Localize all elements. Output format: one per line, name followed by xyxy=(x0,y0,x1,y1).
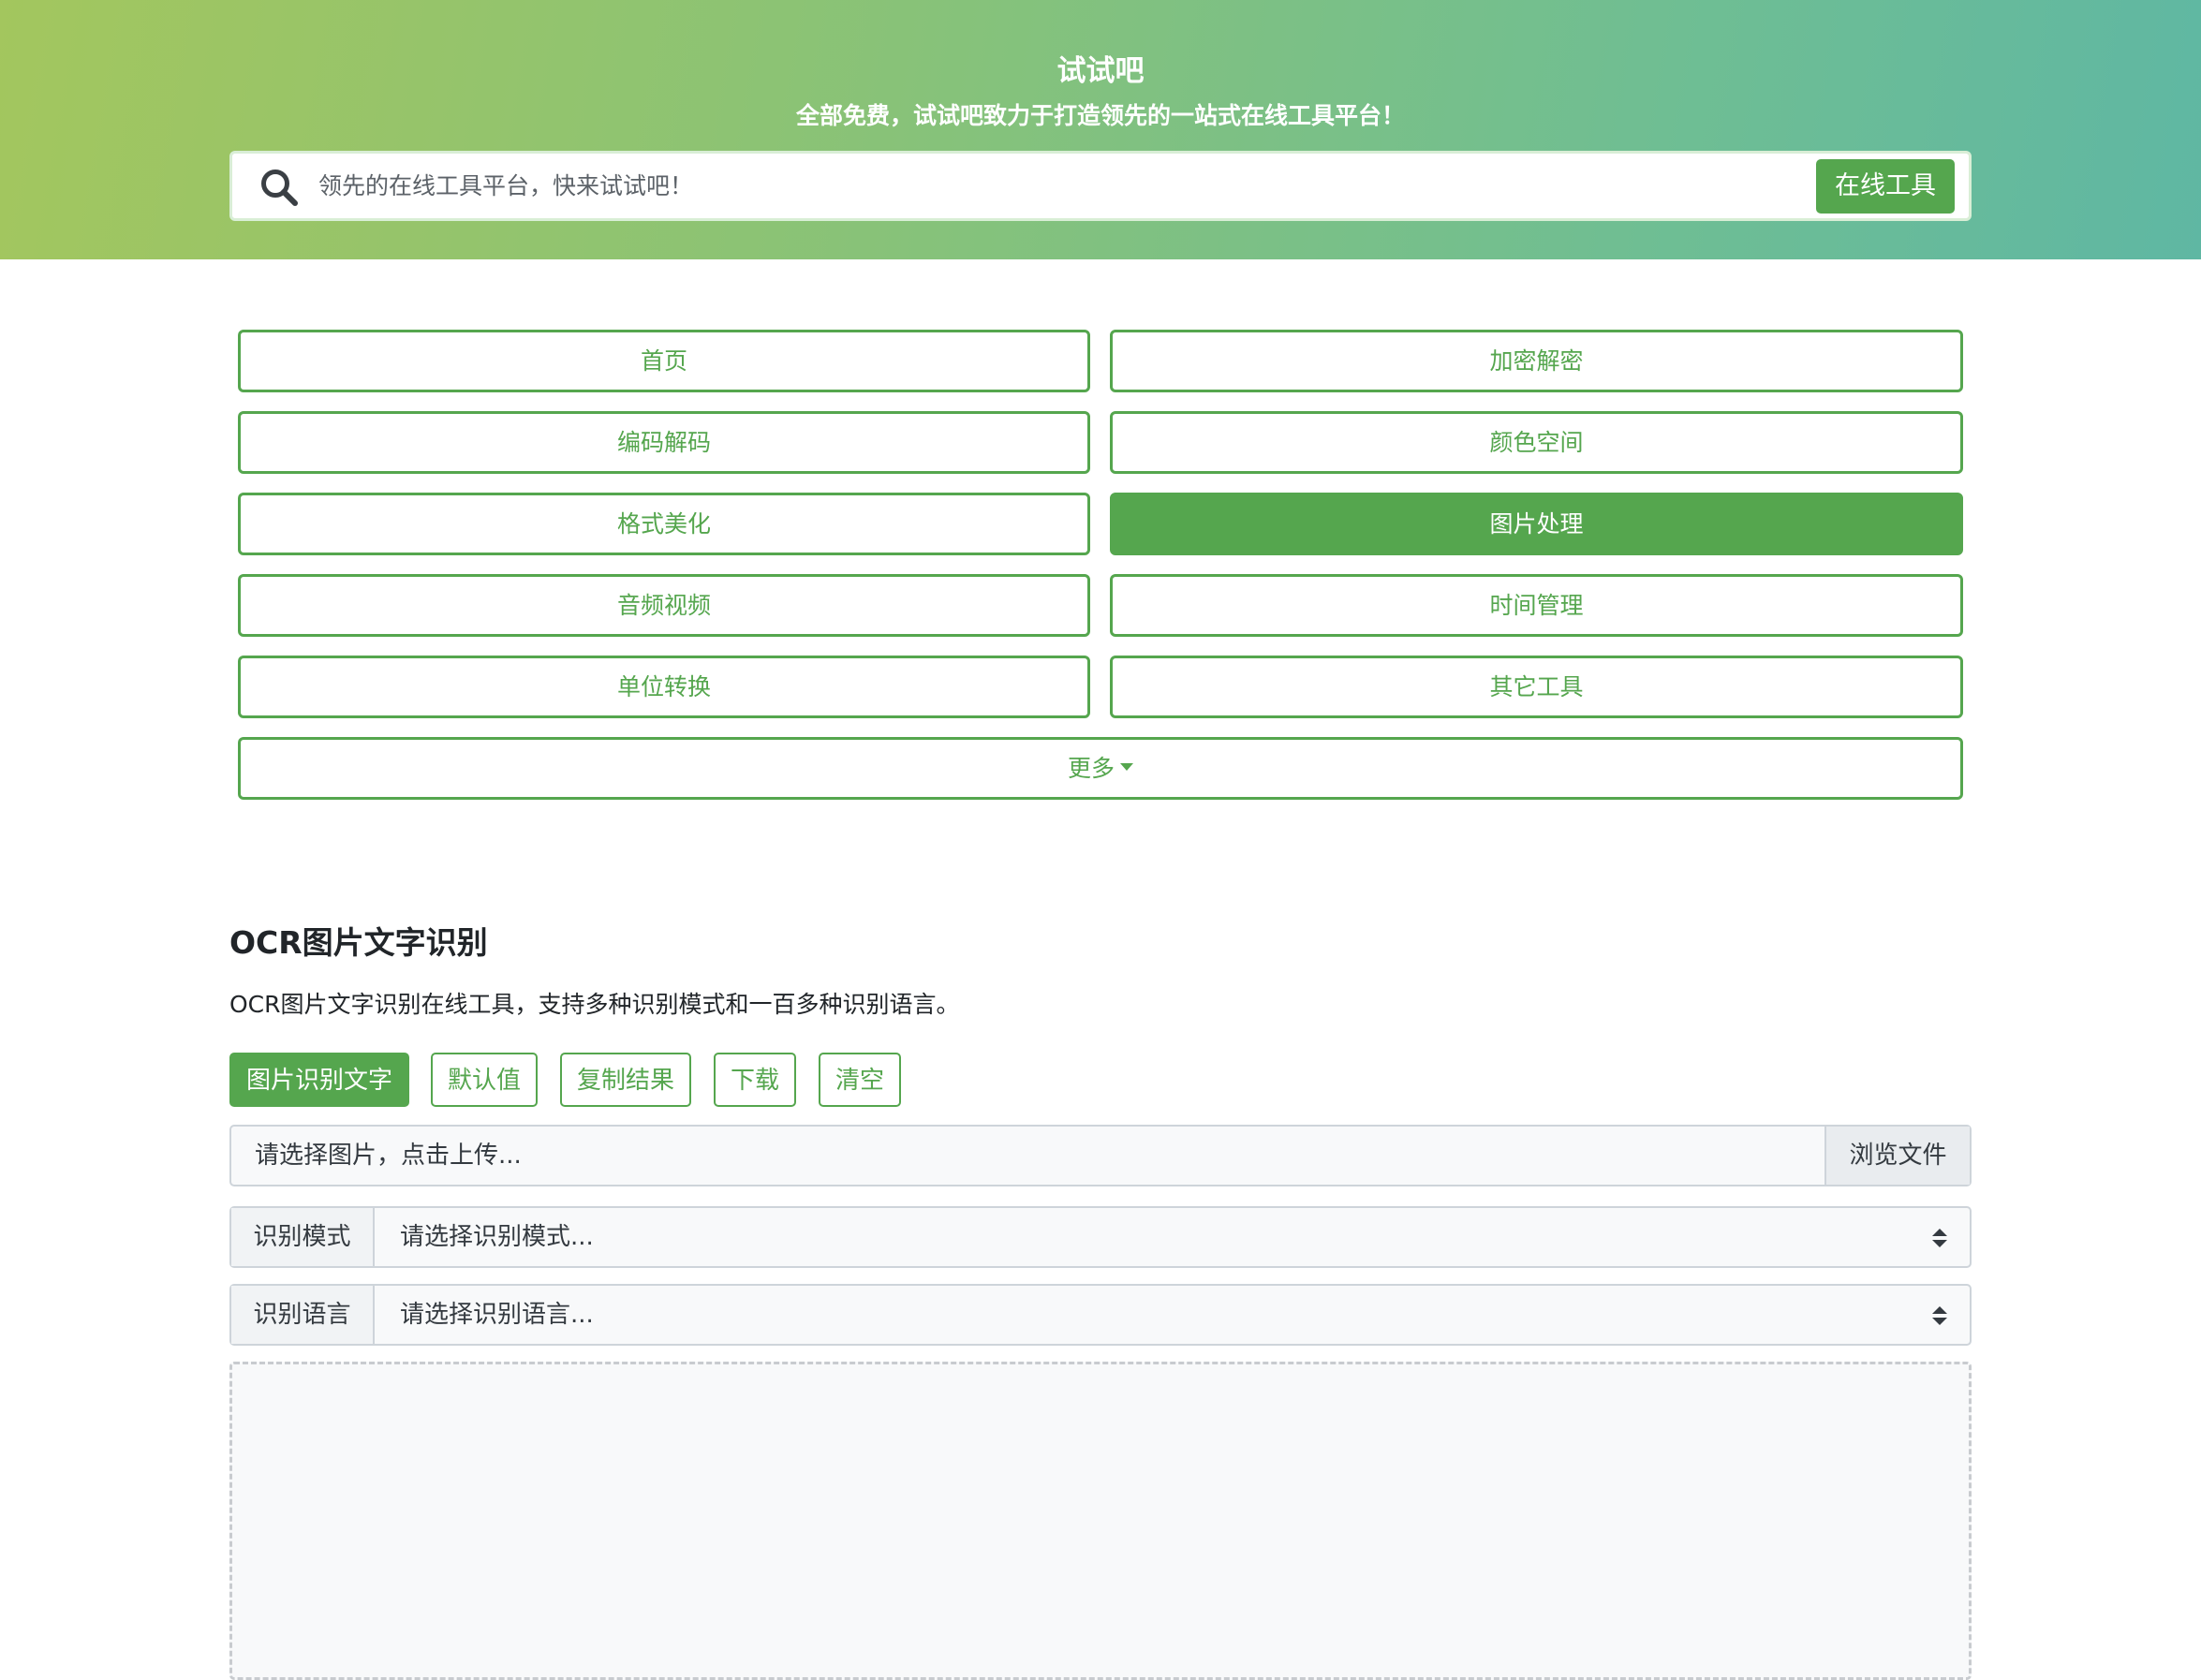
category-time[interactable]: 时间管理 xyxy=(1110,574,1963,637)
site-title: 试试吧 xyxy=(1056,54,1145,88)
mode-label: 识别模式 xyxy=(231,1208,375,1266)
caret-down-icon xyxy=(1120,763,1133,771)
more-label: 更多 xyxy=(1067,755,1115,782)
search-input[interactable] xyxy=(318,154,1667,218)
category-image-processing[interactable]: 图片处理 xyxy=(1110,493,1963,555)
category-unit-convert[interactable]: 单位转换 xyxy=(238,656,1090,718)
defaults-button[interactable]: 默认值 xyxy=(431,1053,538,1107)
tool-description: OCR图片文字识别在线工具，支持多种识别模式和一百多种识别语言。 xyxy=(229,991,960,1018)
file-upload-input[interactable]: 请选择图片，点击上传... 浏览文件 xyxy=(229,1125,1972,1186)
category-audio-video[interactable]: 音频视频 xyxy=(238,574,1090,637)
recognize-button[interactable]: 图片识别文字 xyxy=(229,1053,409,1107)
category-other-tools[interactable]: 其它工具 xyxy=(1110,656,1963,718)
category-color-space[interactable]: 颜色空间 xyxy=(1110,411,1963,474)
header-banner: 试试吧 全部免费，试试吧致力于打造领先的一站式在线工具平台！ 在线工具 xyxy=(0,0,2201,259)
select-arrows-icon xyxy=(1932,1229,1947,1247)
copy-result-button[interactable]: 复制结果 xyxy=(560,1053,691,1107)
category-home[interactable]: 首页 xyxy=(238,330,1090,392)
category-encrypt-decrypt[interactable]: 加密解密 xyxy=(1110,330,1963,392)
download-button[interactable]: 下载 xyxy=(714,1053,796,1107)
mode-select[interactable]: 请选择识别模式... xyxy=(400,1208,594,1266)
language-label: 识别语言 xyxy=(231,1286,375,1344)
search-bar: 在线工具 xyxy=(229,151,1972,221)
image-drop-zone[interactable] xyxy=(229,1362,1972,1680)
language-select[interactable]: 请选择识别语言... xyxy=(400,1286,594,1344)
browse-files-button[interactable]: 浏览文件 xyxy=(1824,1127,1970,1185)
select-arrows-icon xyxy=(1932,1306,1947,1325)
file-placeholder: 请选择图片，点击上传... xyxy=(255,1142,522,1170)
category-format[interactable]: 格式美化 xyxy=(238,493,1090,555)
more-dropdown-button[interactable]: 更多 xyxy=(238,737,1963,800)
online-tools-button[interactable]: 在线工具 xyxy=(1816,159,1955,214)
clear-button[interactable]: 清空 xyxy=(819,1053,901,1107)
search-icon xyxy=(261,169,298,206)
site-subtitle: 全部免费，试试吧致力于打造领先的一站式在线工具平台！ xyxy=(795,102,1405,129)
tool-title: OCR图片文字识别 xyxy=(229,924,488,961)
category-encode-decode[interactable]: 编码解码 xyxy=(238,411,1090,474)
language-select-group: 识别语言 请选择识别语言... xyxy=(229,1284,1972,1346)
mode-select-group: 识别模式 请选择识别模式... xyxy=(229,1206,1972,1268)
